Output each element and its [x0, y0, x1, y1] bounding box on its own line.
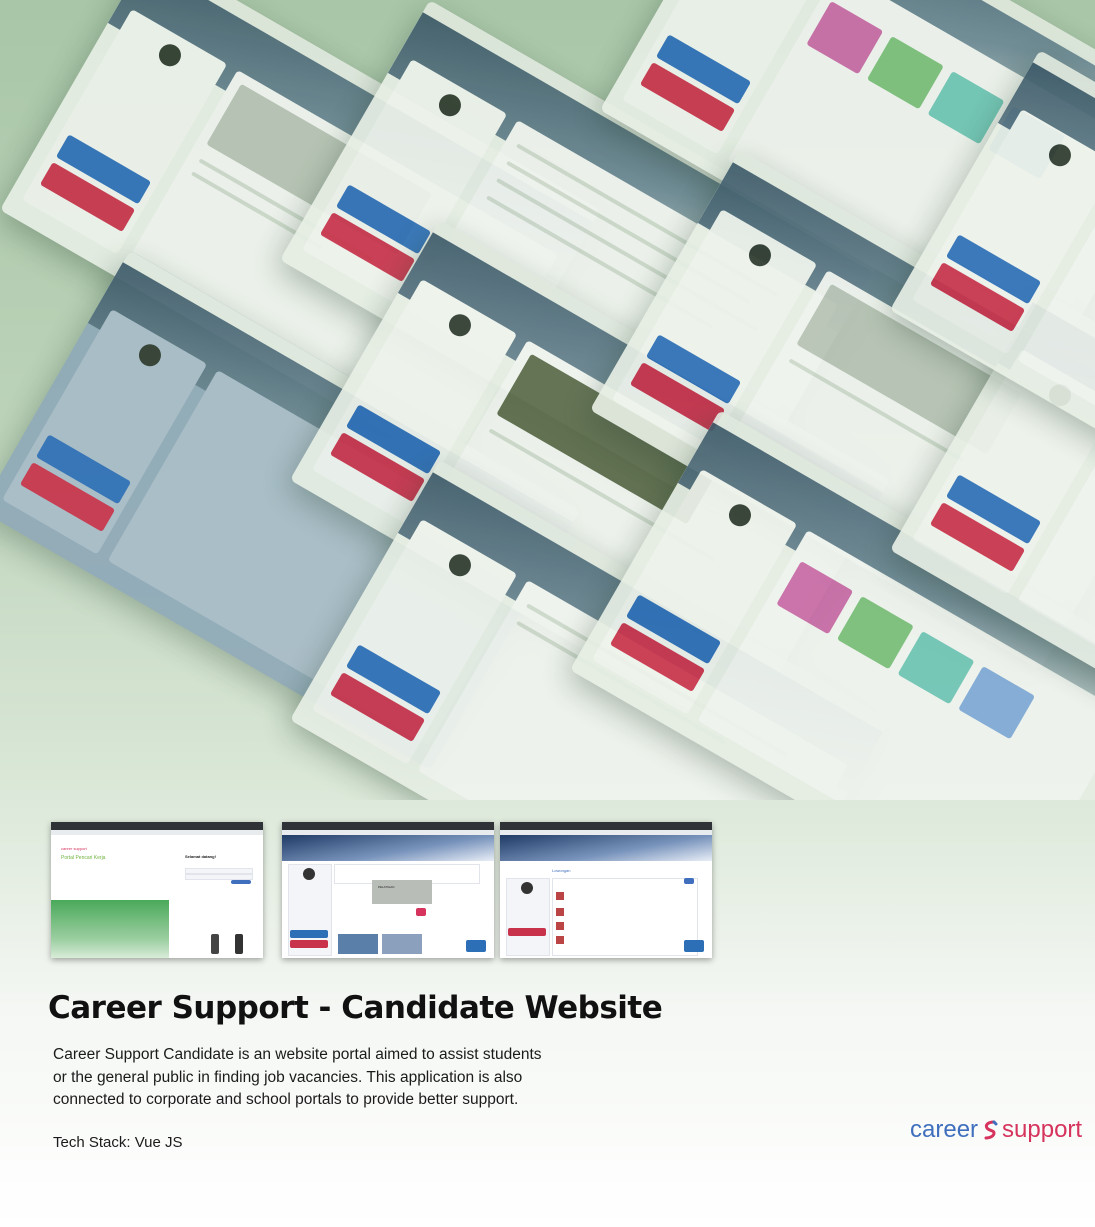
career-support-logo: career support [910, 1116, 1082, 1144]
description-line-2: or the general public in finding job vac… [53, 1068, 523, 1086]
mockup-collage [0, 0, 1095, 800]
thumbnail-lowongan: Lowongan [500, 822, 712, 958]
thumbnail-login: career support Portal Pencari Kerja Sela… [51, 822, 263, 958]
thumb-brand: career support [61, 846, 87, 851]
description-line-1: Career Support Candidate is an website p… [53, 1046, 542, 1063]
logo-word-support: support [1002, 1116, 1083, 1143]
thumb-section: Lowongan [552, 868, 571, 873]
logo-mark-icon [984, 1120, 998, 1140]
description-line-3: connected to corporate and school portal… [53, 1091, 519, 1108]
project-description: Career Support Candidate is an website p… [53, 1044, 613, 1112]
thumb-panel-title: Selamat datang! [185, 854, 216, 859]
tech-stack: Tech Stack: Vue JS [53, 1134, 183, 1151]
thumbnail-dashboard: PELATIHAN [282, 822, 494, 958]
logo-word-career: career [910, 1116, 979, 1143]
project-title: Career Support - Candidate Website [48, 990, 663, 1026]
thumb-banner-text: PELATIHAN [378, 885, 395, 889]
thumb-heading: Portal Pencari Kerja [61, 855, 106, 861]
